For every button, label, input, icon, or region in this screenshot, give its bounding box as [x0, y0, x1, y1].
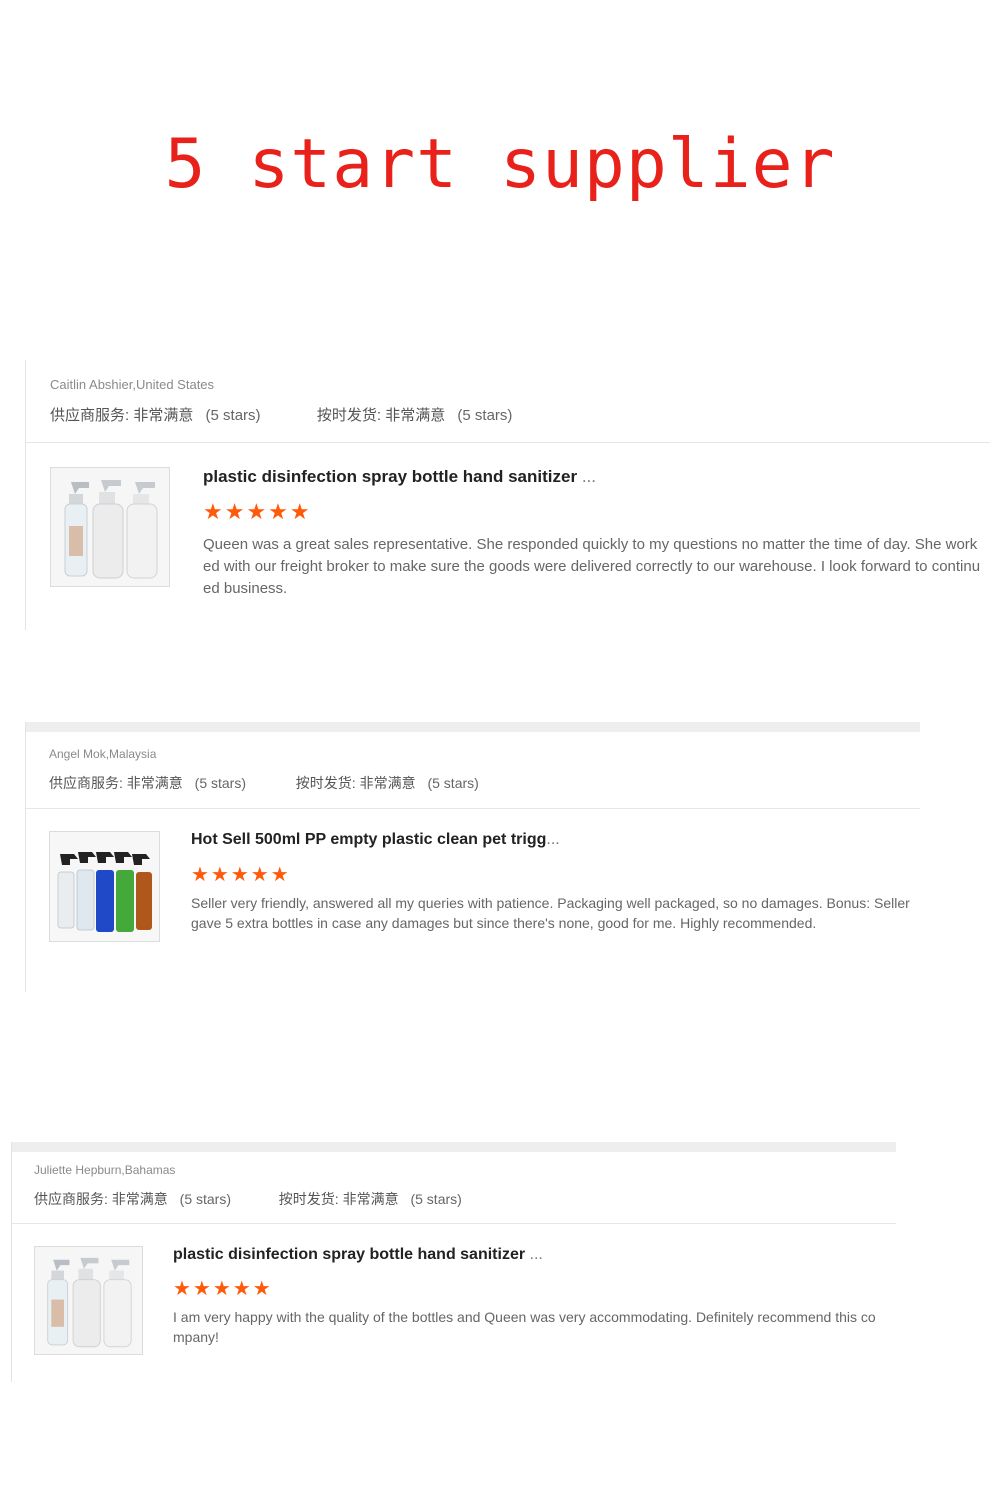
page-banner-title: 5 start supplier	[164, 125, 836, 204]
delivery-value: 非常满意	[342, 1191, 399, 1207]
delivery-value: 非常满意	[359, 775, 416, 791]
supplier-service-value: 非常满意	[126, 775, 183, 791]
reviewer-name: Angel Mok,Malaysia	[49, 747, 157, 761]
spray-bottles-image[interactable]	[34, 1246, 143, 1355]
supplier-service-value: 非常满意	[111, 1191, 168, 1207]
colored-trigger-bottles-image[interactable]	[49, 831, 160, 942]
supplier-service-label: 供应商服务:	[34, 1191, 108, 1207]
review-text: I am very happy with the quality of the …	[173, 1309, 876, 1345]
delivery-label: 按时发货:	[316, 407, 382, 424]
supplier-service-stars: (5 stars)	[205, 407, 261, 424]
supplier-service-label: 供应商服务:	[50, 407, 130, 424]
product-title[interactable]: plastic disinfection spray bottle hand s…	[203, 467, 596, 487]
card-divider	[12, 1223, 896, 1224]
title-ellipsis: ...	[546, 831, 560, 848]
delivery-stars: (5 stars)	[410, 1191, 462, 1207]
delivery-stars: (5 stars)	[457, 407, 513, 424]
card-left-border	[25, 722, 26, 992]
reviewer-name: Juliette Hepburn,Bahamas	[34, 1163, 176, 1177]
delivery-stars: (5 stars)	[427, 775, 479, 791]
star-rating: ★★★★★	[203, 499, 312, 524]
product-title-text: plastic disinfection spray bottle hand s…	[203, 467, 578, 486]
rating-summary: 供应商服务: 非常满意 (5 stars) 按时发货: 非常满意 (5 star…	[50, 404, 512, 425]
card-top-bar	[25, 722, 920, 732]
product-title[interactable]: plastic disinfection spray bottle hand s…	[173, 1246, 543, 1264]
trigger-bottles-icon	[50, 832, 159, 941]
star-rating: ★★★★★	[173, 1278, 273, 1300]
rating-summary: 供应商服务: 非常满意 (5 stars) 按时发货: 非常满意 (5 star…	[34, 1189, 462, 1209]
card-top-bar	[11, 1142, 896, 1152]
delivery-label: 按时发货:	[295, 775, 356, 791]
spray-bottles-icon	[51, 468, 169, 586]
supplier-service-stars: (5 stars)	[194, 775, 247, 791]
review-card: Angel Mok,Malaysia 供应商服务: 非常满意 (5 stars)…	[25, 722, 920, 992]
supplier-service-value: 非常满意	[133, 407, 194, 424]
card-divider	[26, 808, 920, 809]
card-left-border	[11, 1142, 12, 1382]
supplier-service-label: 供应商服务:	[49, 775, 123, 791]
review-card: Juliette Hepburn,Bahamas 供应商服务: 非常满意 (5 …	[11, 1142, 896, 1382]
title-ellipsis: ...	[529, 1246, 543, 1263]
product-title-text: Hot Sell 500ml PP empty plastic clean pe…	[191, 831, 547, 848]
spray-bottles-image[interactable]	[50, 467, 170, 587]
supplier-service-stars: (5 stars)	[179, 1191, 232, 1207]
rating-summary: 供应商服务: 非常满意 (5 stars) 按时发货: 非常满意 (5 star…	[49, 773, 479, 793]
review-text: Queen was a great sales representative. …	[203, 536, 981, 597]
spray-bottles-icon	[35, 1247, 142, 1354]
review-card: Caitlin Abshier,United States 供应商服务: 非常满…	[25, 360, 990, 630]
card-divider	[26, 442, 990, 443]
product-title-text: plastic disinfection spray bottle hand s…	[173, 1246, 526, 1263]
star-rating: ★★★★★	[191, 864, 291, 886]
card-left-border	[25, 360, 26, 630]
product-title[interactable]: Hot Sell 500ml PP empty plastic clean pe…	[191, 831, 560, 849]
title-ellipsis: ...	[581, 467, 596, 486]
reviewer-name: Caitlin Abshier,United States	[50, 377, 215, 392]
delivery-label: 按时发货:	[278, 1191, 339, 1207]
review-text: Seller very friendly, answered all my qu…	[191, 895, 910, 931]
delivery-value: 非常满意	[385, 407, 446, 424]
